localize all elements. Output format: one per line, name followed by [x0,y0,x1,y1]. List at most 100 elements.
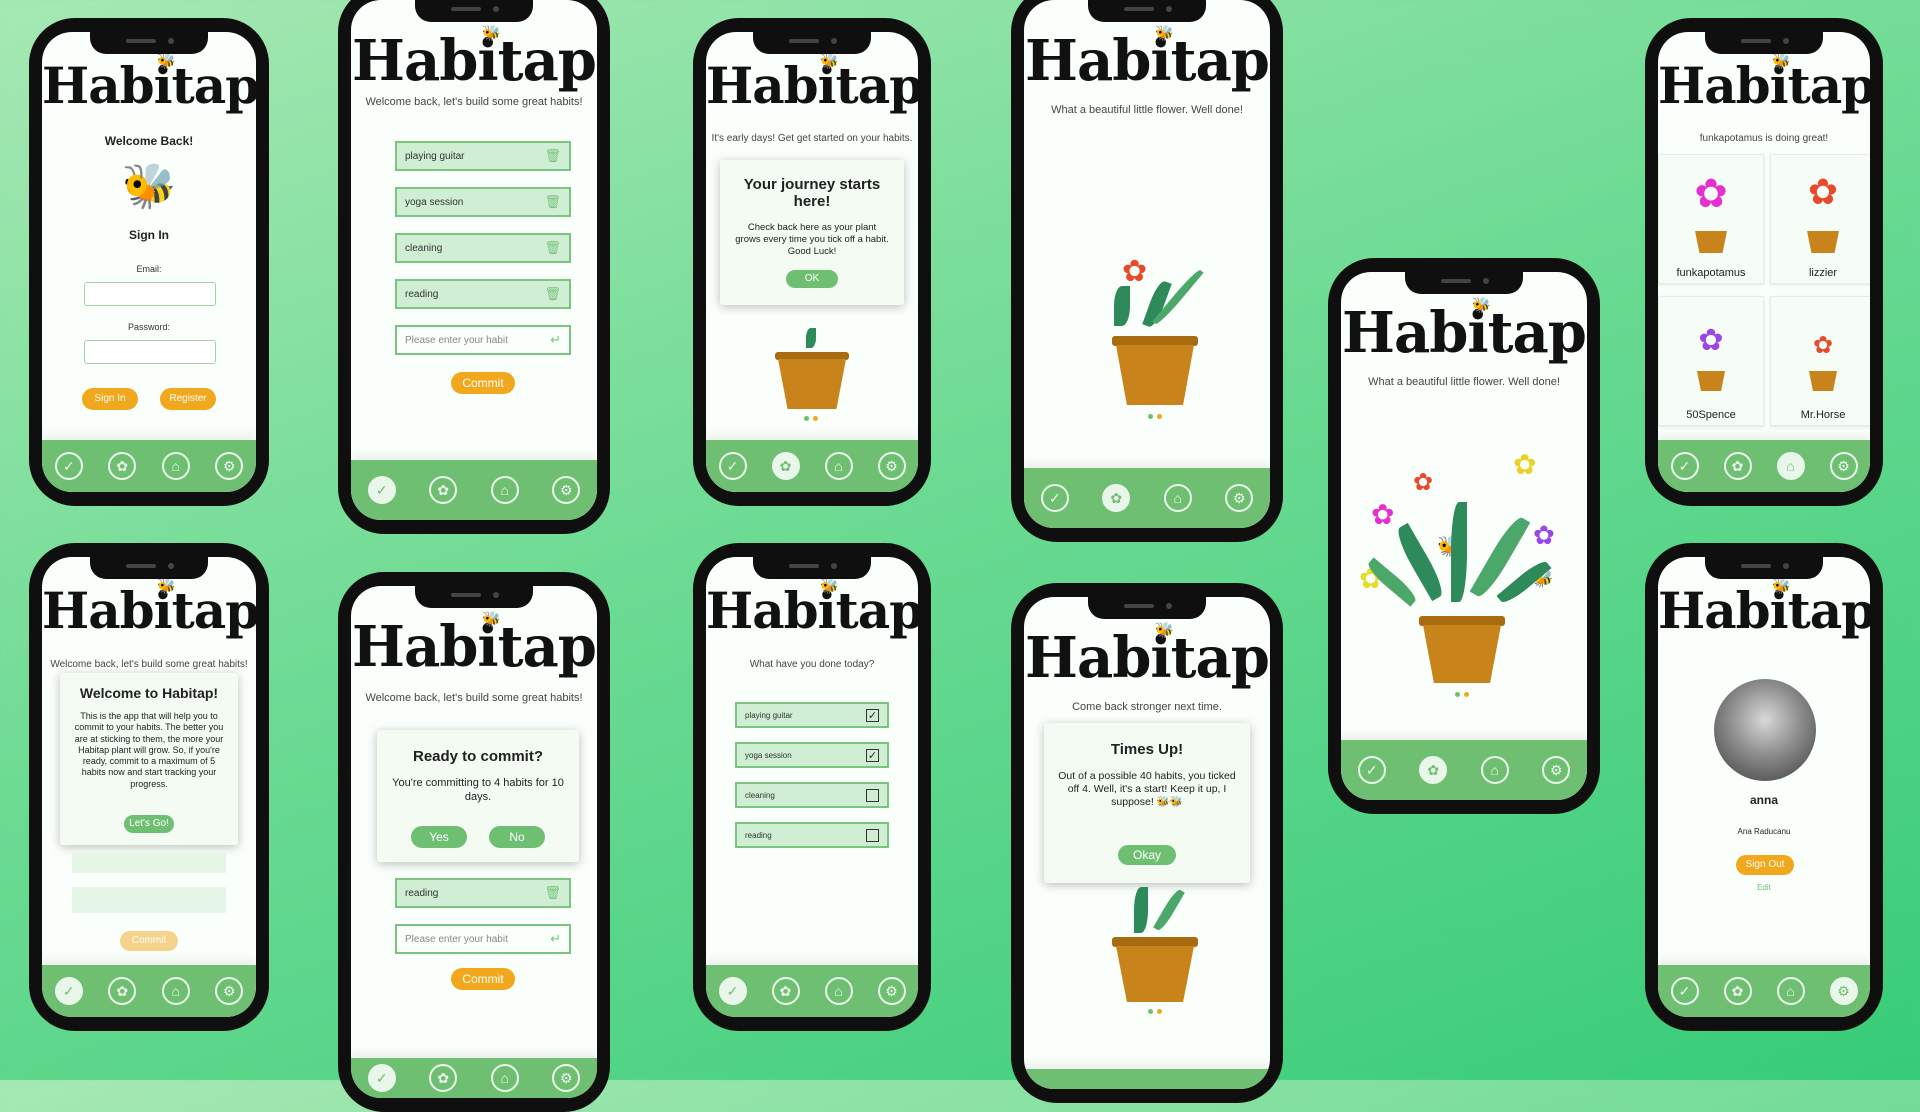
flower-icon[interactable]: ✿ [1102,484,1131,512]
modal-text: Check back here as your plant grows ever… [735,222,889,257]
trash-icon[interactable]: 🗑 [544,194,561,210]
gear-icon[interactable]: ⚙ [1829,452,1858,480]
flower-icon[interactable]: ✿ [771,452,800,480]
register-button[interactable]: Register [160,388,216,410]
checkbox-checked[interactable]: ✓ [866,708,879,722]
page-subtitle: It's early days! Get get started on your… [711,133,913,144]
habit-check-item[interactable]: reading [735,822,889,848]
habit-check-item[interactable]: playing guitar ✓ [735,702,889,728]
trash-icon[interactable]: 🗑 [544,286,561,302]
check-icon[interactable]: ✓ [367,1064,396,1092]
flower-icon[interactable]: ✿ [1723,977,1752,1005]
flower-icon[interactable]: ✿ [771,977,800,1005]
habit-slot [72,887,226,913]
hive-icon[interactable]: ⌂ [1776,977,1805,1005]
commit-button[interactable]: Commit [451,372,515,394]
check-icon[interactable]: ✓ [1040,484,1069,512]
checkbox-checked[interactable]: ✓ [866,748,879,762]
habit-item[interactable]: reading 🗑 [395,878,571,908]
habit-item[interactable]: cleaning 🗑 [395,233,571,263]
gear-icon[interactable]: ⚙ [877,452,906,480]
commit-button[interactable]: Commit [120,931,178,951]
hive-icon[interactable]: ⌂ [824,452,853,480]
habit-item[interactable]: reading 🗑 [395,279,571,309]
habit-item[interactable]: playing guitar 🗑 [395,141,571,171]
enter-icon[interactable]: ↵ [550,332,561,348]
sign-in-button[interactable]: Sign In [82,388,138,410]
habit-input[interactable]: Please enter your habit ↵ [395,924,571,954]
flower-icon[interactable]: ✿ [429,476,458,504]
app-logo-text: Habitap [42,581,256,640]
hive-icon[interactable]: ⌂ [161,977,190,1005]
enter-icon[interactable]: ↵ [550,931,561,947]
habit-label: cleaning [745,790,775,800]
gear-icon[interactable]: ⚙ [552,1064,581,1092]
plant-icon: ✿ [1698,324,1724,357]
check-icon[interactable]: ✓ [1670,452,1699,480]
flower-icon[interactable]: ✿ [1723,452,1752,480]
email-field[interactable] [84,282,216,306]
check-icon[interactable]: ✓ [718,977,747,1005]
user-card[interactable]: ✿ funkapotamus [1658,154,1764,284]
gear-icon[interactable]: ⚙ [1225,484,1254,512]
check-icon[interactable]: ✓ [367,476,396,504]
no-button[interactable]: No [489,826,545,848]
ok-button[interactable]: OK [786,270,838,288]
habits-edit-screen: Habitap 🐝 Welcome back, let's build some … [351,0,597,520]
trash-icon[interactable]: 🗑 [544,148,561,164]
user-card[interactable]: ✿ Mr.Horse [1770,296,1870,426]
user-card[interactable]: ✿ 50Spence [1658,296,1764,426]
habit-check-item[interactable]: cleaning [735,782,889,808]
check-icon[interactable]: ✓ [1670,977,1699,1005]
flower-icon[interactable]: ✿ [429,1064,458,1092]
hive-icon[interactable]: ⌂ [1163,484,1192,512]
pot-rim [1112,336,1198,346]
gear-icon[interactable]: ⚙ [1542,756,1571,784]
dot [804,416,809,421]
check-icon[interactable]: ✓ [54,452,83,480]
plant-icon: ✿ [1807,171,1839,212]
check-icon[interactable]: ✓ [718,452,747,480]
okay-button[interactable]: Okay [1118,845,1176,865]
lets-go-button[interactable]: Let's Go! [124,815,174,833]
hive-icon[interactable]: ⌂ [824,977,853,1005]
modal-text: You're committing to 4 habits for 10 day… [392,777,564,803]
flower-icon[interactable]: ✿ [108,977,137,1005]
hive-icon[interactable]: ⌂ [161,452,190,480]
dot [1157,414,1162,419]
checkbox-unchecked[interactable] [866,828,879,842]
habit-check-item[interactable]: yoga session ✓ [735,742,889,768]
gear-icon[interactable]: ⚙ [877,977,906,1005]
trash-icon[interactable]: 🗑 [544,885,561,901]
hive-icon[interactable]: ⌂ [490,1064,519,1092]
sign-out-button[interactable]: Sign Out [1736,855,1794,875]
habit-item[interactable]: yoga session 🗑 [395,187,571,217]
yes-button[interactable]: Yes [411,826,467,848]
hive-icon[interactable]: ⌂ [1480,756,1509,784]
phone-community: Habitap 🐝 funkapotamus is doing great! ✿ … [1645,18,1883,506]
gear-icon[interactable]: ⚙ [215,452,244,480]
check-icon[interactable]: ✓ [54,977,83,1005]
commit-button[interactable]: Commit [451,968,515,990]
page-subtitle: Welcome back, let's build some great hab… [365,96,583,108]
flower-icon[interactable]: ✿ [1419,756,1448,784]
trash-icon[interactable]: 🗑 [544,240,561,256]
edit-link[interactable]: Edit [1658,883,1870,892]
profile-screen: Habitap 🐝 anna Ana Raducanu Sign Out Edit… [1658,557,1870,1017]
checkbox-unchecked[interactable] [866,788,879,802]
hive-icon[interactable]: ⌂ [490,476,519,504]
phone-today: Habitap 🐝 What have you done today? playi… [693,543,931,1031]
gear-icon[interactable]: ⚙ [552,476,581,504]
flower-icon[interactable]: ✿ [108,452,137,480]
check-icon[interactable]: ✓ [1357,756,1386,784]
habit-input[interactable]: Please enter your habit ↵ [395,325,571,355]
gear-icon[interactable]: ⚙ [215,977,244,1005]
phone-notch [753,32,871,54]
password-field[interactable] [84,340,216,364]
phone-notch [1405,272,1523,294]
hive-icon[interactable]: ⌂ [1776,452,1805,480]
user-card[interactable]: ✿ lizzier [1770,154,1870,284]
gear-icon[interactable]: ⚙ [1829,977,1858,1005]
phone-notch [1088,0,1206,22]
app-logo: Habitap 🐝 [42,52,256,115]
